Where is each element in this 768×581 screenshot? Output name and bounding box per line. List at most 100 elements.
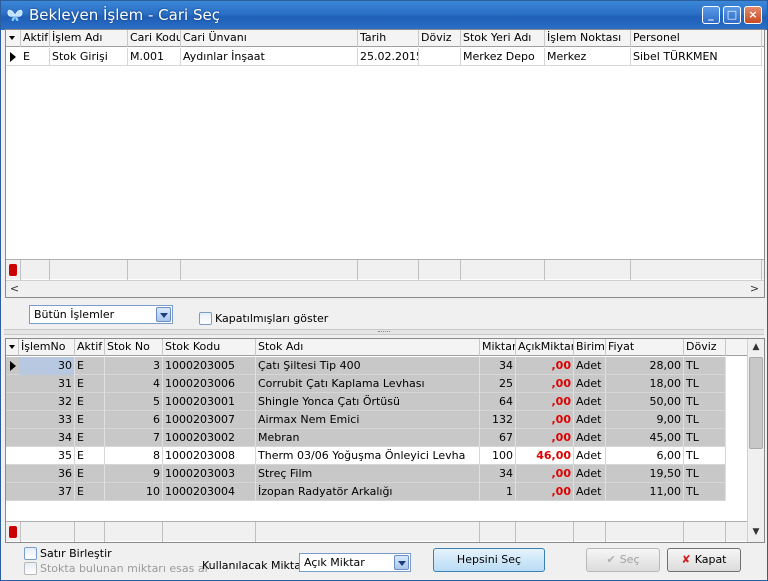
cell-stok-adi[interactable]: Airmax Nem Emici bbox=[256, 411, 480, 429]
cell-islem-no[interactable]: 36 bbox=[19, 465, 75, 483]
cell-acik-miktar[interactable]: ,00 bbox=[516, 465, 574, 483]
cell-stok-no[interactable]: 3 bbox=[105, 357, 163, 375]
cell-doviz[interactable]: TL bbox=[684, 357, 726, 375]
cell-birim[interactable]: Adet bbox=[574, 411, 606, 429]
cell-islem-no[interactable]: 30 bbox=[19, 357, 75, 375]
pane-splitter[interactable] bbox=[4, 329, 764, 335]
cell-doviz[interactable]: TL bbox=[684, 393, 726, 411]
scroll-thumb[interactable] bbox=[749, 357, 763, 449]
cell-islem-noktasi[interactable]: Merkez bbox=[545, 48, 631, 66]
cell-birim[interactable]: Adet bbox=[574, 357, 606, 375]
cell-birim[interactable]: Adet bbox=[574, 483, 606, 501]
splitter-grip[interactable] bbox=[378, 331, 390, 333]
cell-stok-kodu[interactable]: 1000203001 bbox=[163, 393, 256, 411]
show-closed-checkbox[interactable] bbox=[199, 312, 212, 325]
cell-acik-miktar[interactable]: ,00 bbox=[516, 357, 574, 375]
cell-fiyat[interactable]: 45,00 bbox=[606, 429, 684, 447]
cell-miktar[interactable]: 132 bbox=[480, 411, 516, 429]
maximize-button[interactable]: □ bbox=[723, 6, 741, 24]
col-tarih[interactable]: Tarih bbox=[358, 30, 419, 47]
cell-stok-adi[interactable]: Çatı Şiltesi Tip 400 bbox=[256, 357, 480, 375]
cell-birim[interactable]: Adet bbox=[574, 393, 606, 411]
select-all-button[interactable]: Hepsini Seç bbox=[433, 548, 545, 572]
cell-stok-adi[interactable]: Shingle Yonca Çatı Örtüsü bbox=[256, 393, 480, 411]
col-miktar[interactable]: Miktar bbox=[480, 339, 516, 356]
cell-acik-miktar[interactable]: ,00 bbox=[516, 411, 574, 429]
scroll-up-icon[interactable]: ▲ bbox=[748, 339, 764, 356]
cell-stok-adi[interactable]: Streç Film bbox=[256, 465, 480, 483]
cell-acik-miktar[interactable]: ,00 bbox=[516, 375, 574, 393]
col-doviz[interactable]: Döviz bbox=[419, 30, 461, 47]
cell-acik-miktar[interactable]: ,00 bbox=[516, 393, 574, 411]
table-row[interactable]: E Stok Girişi M.001 Aydınlar İnşaat 25.0… bbox=[6, 48, 762, 66]
cell-stok-kodu[interactable]: 1000203002 bbox=[163, 429, 256, 447]
cell-stok-kodu[interactable]: 1000203005 bbox=[163, 357, 256, 375]
cell-tarih[interactable]: 25.02.2015 bbox=[358, 48, 419, 66]
cell-stok-kodu[interactable]: 1000203003 bbox=[163, 465, 256, 483]
stok-grid-vscroll[interactable]: ▲ ▼ bbox=[747, 339, 764, 542]
cell-stok-adi[interactable]: Mebran bbox=[256, 429, 480, 447]
cell-miktar[interactable]: 34 bbox=[480, 357, 516, 375]
merge-rows-checkbox[interactable] bbox=[24, 547, 37, 560]
cell-stok-kodu[interactable]: 1000203006 bbox=[163, 375, 256, 393]
cell-stok-no[interactable]: 7 bbox=[105, 429, 163, 447]
cell-stok-adi[interactable]: İzopan Radyatör Arkalığı bbox=[256, 483, 480, 501]
table-row[interactable]: 31 E 4 1000203006 Corrubit Çatı Kaplama Levh… bbox=[6, 375, 726, 393]
cell-acik-miktar[interactable]: ,00 bbox=[516, 429, 574, 447]
cell-miktar[interactable]: 34 bbox=[480, 465, 516, 483]
cell-islem-no[interactable]: 33 bbox=[19, 411, 75, 429]
col-islem-no[interactable]: İşlemNo bbox=[19, 339, 75, 356]
table-row[interactable]: 34 E 7 1000203002 Mebran 67,00 Adet 45,00 TL bbox=[6, 429, 726, 447]
cell-aktif[interactable]: E bbox=[75, 393, 105, 411]
col-doviz[interactable]: Döviz bbox=[684, 339, 726, 356]
cell-aktif[interactable]: E bbox=[75, 375, 105, 393]
chevron-down-icon[interactable] bbox=[394, 555, 409, 570]
grid-menu-button[interactable] bbox=[6, 339, 19, 356]
table-row[interactable]: 37 E 10 1000203004 İzopan Radyatör Arkalığı 1… bbox=[6, 483, 726, 501]
cell-cari-unvani[interactable]: Aydınlar İnşaat bbox=[181, 48, 358, 66]
col-cari-unvani[interactable]: Cari Ünvanı bbox=[181, 30, 358, 47]
cell-doviz[interactable]: TL bbox=[684, 483, 726, 501]
cell-aktif[interactable]: E bbox=[75, 411, 105, 429]
title-bar[interactable]: Bekleyen İşlem - Cari Seç _ □ × bbox=[1, 1, 767, 30]
cell-islem-no[interactable]: 31 bbox=[19, 375, 75, 393]
scroll-down-icon[interactable]: ▼ bbox=[748, 524, 764, 541]
close-window-button[interactable]: × bbox=[744, 6, 762, 24]
cell-miktar[interactable]: 1 bbox=[480, 483, 516, 501]
select-button[interactable]: ✔ Seç bbox=[586, 548, 660, 572]
cell-doviz[interactable]: TL bbox=[684, 447, 726, 465]
scroll-left-icon[interactable]: < bbox=[6, 281, 23, 297]
col-personel[interactable]: Personel bbox=[631, 30, 762, 47]
cell-birim[interactable]: Adet bbox=[574, 375, 606, 393]
cell-aktif[interactable]: E bbox=[75, 447, 105, 465]
cell-islem-no[interactable]: 32 bbox=[19, 393, 75, 411]
col-stok-kodu[interactable]: Stok Kodu bbox=[163, 339, 256, 356]
col-stok-no[interactable]: Stok No bbox=[105, 339, 163, 356]
cell-acik-miktar[interactable]: 46,00 bbox=[516, 447, 574, 465]
cell-doviz[interactable] bbox=[419, 48, 461, 66]
col-fiyat[interactable]: Fiyat bbox=[606, 339, 684, 356]
cell-islem-no[interactable]: 34 bbox=[19, 429, 75, 447]
col-cari-kodu[interactable]: Cari Kodu bbox=[128, 30, 181, 47]
table-row[interactable]: 30 E 3 1000203005 Çatı Şiltesi Tip 400 34,00 A… bbox=[6, 357, 726, 375]
stock-based-checkbox[interactable] bbox=[24, 562, 37, 575]
cell-fiyat[interactable]: 50,00 bbox=[606, 393, 684, 411]
cell-fiyat[interactable]: 28,00 bbox=[606, 357, 684, 375]
cell-miktar[interactable]: 67 bbox=[480, 429, 516, 447]
cell-fiyat[interactable]: 9,00 bbox=[606, 411, 684, 429]
col-aktif[interactable]: Aktif bbox=[21, 30, 50, 47]
cell-birim[interactable]: Adet bbox=[574, 429, 606, 447]
col-acik-miktar[interactable]: AçıkMiktar bbox=[516, 339, 574, 356]
cell-stok-kodu[interactable]: 1000203008 bbox=[163, 447, 256, 465]
cell-aktif[interactable]: E bbox=[21, 48, 50, 66]
chevron-down-icon[interactable] bbox=[156, 307, 171, 322]
cell-islem-no[interactable]: 35 bbox=[19, 447, 75, 465]
cell-islem-no[interactable]: 37 bbox=[19, 483, 75, 501]
table-row[interactable]: 33 E 6 1000203007 Airmax Nem Emici 132,00 Adet… bbox=[6, 411, 726, 429]
cell-aktif[interactable]: E bbox=[75, 465, 105, 483]
col-islem-adi[interactable]: İşlem Adı bbox=[50, 30, 128, 47]
table-row[interactable]: 32 E 5 1000203001 Shingle Yonca Çatı Örtüsü 6… bbox=[6, 393, 726, 411]
scroll-right-icon[interactable]: > bbox=[746, 281, 763, 297]
cell-stok-no[interactable]: 10 bbox=[105, 483, 163, 501]
cell-stok-no[interactable]: 5 bbox=[105, 393, 163, 411]
